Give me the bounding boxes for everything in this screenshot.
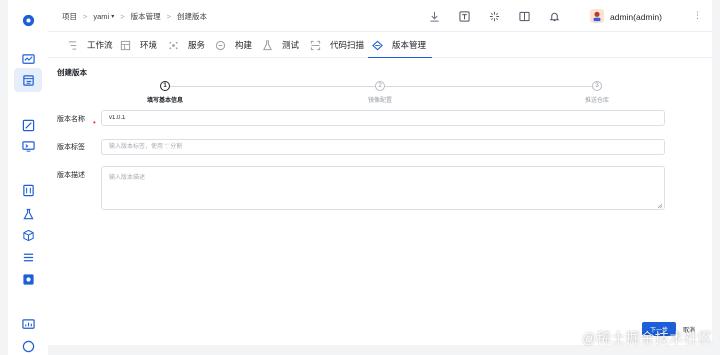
step-3-marker: 3 [592,81,602,91]
create-version-card: 创建版本 1 填写基本信息 2 镜像配置 3 推送仓库 版本名称 • 版本标签 … [48,58,712,345]
tab-version-management[interactable]: 版本管理 [367,32,433,59]
help-icon[interactable] [21,339,35,353]
step-connector [385,86,592,87]
tab-workflow[interactable]: 工作流 [67,32,113,58]
list-icon[interactable] [21,250,35,264]
project-tabs: 工作流 环境 服务 构建 测试 代码扫描 版本管理 [48,32,712,59]
version-tags-label: 版本标签 [57,144,85,151]
sidebar: › [8,0,55,355]
step-1-marker: 1 [160,81,170,91]
build-icon [215,40,226,51]
code-scan-icon [310,40,321,51]
watermark: @稀土掘金技术社区 [582,330,713,346]
monitor-icon[interactable] [21,52,35,66]
tab-label: 测试 [282,40,300,50]
environment-icon [120,40,131,51]
version-name-label: 版本名称 [57,116,85,123]
service-icon [168,40,179,51]
tab-label: 版本管理 [392,40,427,50]
projects-icon[interactable] [14,68,42,92]
step-1-label: 填写基本信息 [146,98,184,104]
book-icon[interactable] [519,11,530,22]
step-2-label: 镜像配置 [367,98,393,104]
tab-label: 服务 [188,40,206,50]
grid-icon[interactable] [21,183,35,197]
page-title: 创建版本 [57,68,87,77]
version-description-label: 版本描述 [57,172,85,179]
bell-icon[interactable] [549,11,560,22]
workflow-icon [67,40,78,51]
tab-label: 环境 [140,40,158,50]
tab-label: 代码扫描 [330,40,365,50]
version-tags-input[interactable] [101,139,665,155]
tab-test[interactable]: 测试 [262,32,299,58]
more-icon[interactable]: ⋮ [693,10,702,21]
logo-icon[interactable] [21,13,35,27]
tab-code-scan[interactable]: 代码扫描 [310,32,364,58]
tab-build[interactable]: 构建 [215,32,252,58]
step-3-label: 推送仓库 [584,98,610,104]
version-icon [372,40,383,51]
version-name-input[interactable] [101,110,665,126]
download-icon[interactable] [429,11,440,22]
package-icon[interactable] [21,228,35,242]
settings-icon[interactable] [21,272,35,286]
flask-icon[interactable] [21,207,35,221]
tab-label: 工作流 [87,40,113,50]
tab-service[interactable]: 服务 [168,32,205,58]
dashboard-icon[interactable] [21,317,35,331]
avatar[interactable] [590,9,604,23]
step-connector [170,86,375,87]
step-2-marker: 2 [375,81,385,91]
version-description-input[interactable] [101,166,665,210]
header-actions: admin(admin) ⋮ [48,0,712,32]
required-marker: • [93,118,96,127]
resize-grip-icon[interactable] [657,203,663,209]
text-document-icon[interactable] [459,11,470,22]
test-icon [262,39,273,51]
tab-label: 构建 [235,40,253,50]
top-header: 项目 > yami ▾ > 版本管理 > 创建版本 admin(admin) ⋮ [48,0,712,32]
tab-environment[interactable]: 环境 [120,32,157,58]
user-name[interactable]: admin(admin) [610,12,662,22]
sparkle-icon[interactable] [489,11,500,22]
terminal-icon[interactable] [21,139,35,153]
edit-icon[interactable] [21,118,35,132]
